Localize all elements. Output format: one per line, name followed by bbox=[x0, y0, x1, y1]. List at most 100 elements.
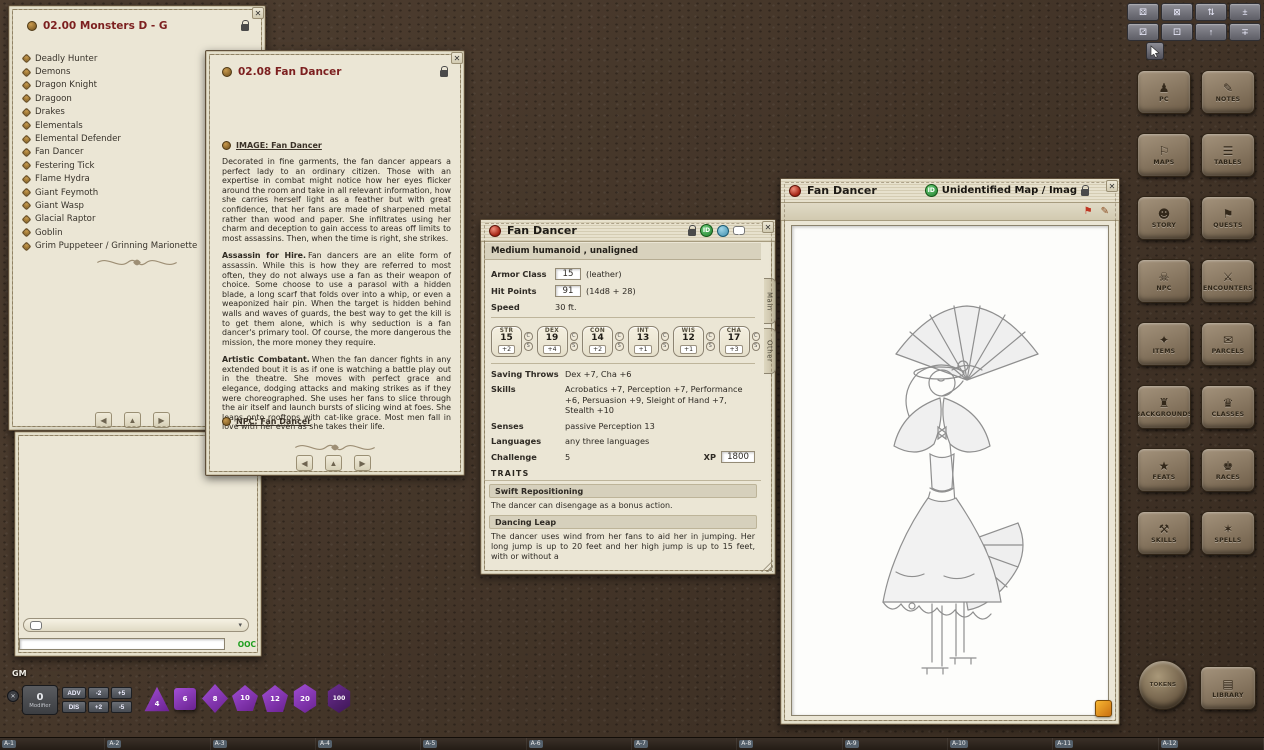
ability-pill[interactable]: INT 13 +1 bbox=[628, 326, 659, 357]
dice-tool-button[interactable]: ⊠ bbox=[1161, 3, 1193, 21]
lock-icon[interactable] bbox=[241, 24, 249, 31]
hotkey-slot[interactable]: A-7 bbox=[632, 738, 737, 750]
modifier-reset-button[interactable]: ✕ bbox=[7, 690, 19, 702]
ability-check-button[interactable]: C bbox=[752, 332, 761, 341]
pointer-mode-button[interactable] bbox=[1146, 42, 1164, 60]
hotkey-slot[interactable]: A-3 bbox=[211, 738, 316, 750]
ability-pill[interactable]: CHA 17 +3 bbox=[719, 326, 750, 357]
dice-tool-button[interactable]: ↑ bbox=[1195, 23, 1227, 41]
sidebar-shortcut-button[interactable]: ♚ RACES bbox=[1201, 448, 1255, 492]
hotkey-slot[interactable]: A-12 bbox=[1159, 738, 1264, 750]
sidebar-shortcut-button[interactable]: ☰ TABLES bbox=[1201, 133, 1255, 177]
dice-tool-button[interactable]: ⚀ bbox=[1161, 23, 1193, 41]
ability-save-button[interactable]: S bbox=[615, 342, 624, 351]
hotkey-slot[interactable]: A-2 bbox=[105, 738, 210, 750]
sidebar-shortcut-button[interactable]: ☠ NPC bbox=[1137, 259, 1191, 303]
sheet-tab[interactable]: Other bbox=[764, 328, 776, 374]
sidebar-shortcut-button[interactable]: ✦ ITEMS bbox=[1137, 322, 1191, 366]
identified-badge[interactable]: ID bbox=[925, 184, 938, 197]
identified-badge[interactable]: ID bbox=[700, 224, 713, 237]
sidebar-shortcut-button[interactable]: ☻ STORY bbox=[1137, 196, 1191, 240]
modifier-button[interactable]: -2 bbox=[88, 687, 109, 699]
ability-pill[interactable]: STR 15 +2 bbox=[491, 326, 522, 357]
lock-icon[interactable] bbox=[1081, 189, 1089, 196]
hotkey-slot[interactable]: A-9 bbox=[843, 738, 948, 750]
modifier-button[interactable]: +2 bbox=[88, 701, 109, 713]
sidebar-shortcut-button[interactable]: ♟ PC bbox=[1137, 70, 1191, 114]
sidebar-shortcut-button[interactable]: ✎ NOTES bbox=[1201, 70, 1255, 114]
up-button[interactable]: ▲ bbox=[325, 455, 342, 471]
ability-pill[interactable]: CON 14 +2 bbox=[582, 326, 613, 357]
image-link[interactable]: IMAGE: Fan Dancer bbox=[206, 141, 322, 150]
sidebar-shortcut-button[interactable]: ♜ BACKGROUNDS bbox=[1137, 385, 1191, 429]
sidebar-shortcut-button[interactable]: ★ FEATS bbox=[1137, 448, 1191, 492]
sidebar-shortcut-button[interactable]: ⚔ ENCOUNTERS bbox=[1201, 259, 1255, 303]
npc-link[interactable]: NPC: Fan Dancer bbox=[206, 417, 464, 426]
modifier-button[interactable]: -5 bbox=[111, 701, 132, 713]
chat-identity-select[interactable]: ▾ bbox=[23, 618, 249, 632]
close-icon[interactable]: ✕ bbox=[451, 52, 463, 64]
hotkey-slot[interactable]: A-1 bbox=[0, 738, 105, 750]
prev-page-button[interactable]: ◀ bbox=[296, 455, 313, 471]
resize-grip[interactable] bbox=[761, 560, 773, 572]
sidebar-shortcut-button[interactable]: ⚑ QUESTS bbox=[1201, 196, 1255, 240]
sidebar-shortcut-button[interactable]: ⚒ SKILLS bbox=[1137, 511, 1191, 555]
lock-icon[interactable] bbox=[688, 229, 696, 236]
pointer-flag-icon[interactable]: ⚑ bbox=[1084, 207, 1093, 217]
hotkey-slot[interactable]: A-10 bbox=[948, 738, 1053, 750]
token-circle-icon[interactable] bbox=[717, 225, 729, 237]
ability-save-button[interactable]: S bbox=[706, 342, 715, 351]
die[interactable]: 4 bbox=[144, 686, 170, 712]
lock-icon[interactable] bbox=[440, 70, 448, 77]
ability-save-button[interactable]: S bbox=[661, 342, 670, 351]
dice-tool-button[interactable]: ⚂ bbox=[1127, 23, 1159, 41]
die[interactable]: 10 bbox=[232, 685, 258, 711]
tokens-bag-button[interactable]: TOKENS bbox=[1138, 660, 1188, 710]
die[interactable]: 12 bbox=[262, 685, 288, 712]
ability-check-button[interactable]: C bbox=[661, 332, 670, 341]
prev-page-button[interactable]: ◀ bbox=[95, 412, 112, 428]
up-button[interactable]: ▲ bbox=[124, 412, 141, 428]
image-titlebar[interactable]: Fan Dancer ID Unidentified Map / Imag bbox=[781, 179, 1119, 203]
resize-grip[interactable] bbox=[1095, 700, 1112, 717]
die[interactable]: 100 bbox=[326, 684, 352, 713]
ability-save-button[interactable]: S bbox=[570, 342, 579, 351]
close-icon[interactable]: ✕ bbox=[762, 221, 774, 233]
modifier-box[interactable]: 0 Modifier bbox=[22, 685, 58, 715]
chat-share-icon[interactable] bbox=[733, 226, 745, 235]
ability-save-button[interactable]: S bbox=[752, 342, 761, 351]
die[interactable]: 8 bbox=[202, 684, 228, 713]
die[interactable]: 6 bbox=[174, 688, 196, 710]
hit-points-value[interactable]: 91 bbox=[555, 285, 581, 297]
chat-entry-input[interactable] bbox=[19, 638, 225, 650]
modifier-button[interactable]: ADV bbox=[62, 687, 86, 699]
hotkey-slot[interactable]: A-6 bbox=[527, 738, 632, 750]
dice-tool-button[interactable]: ⇅ bbox=[1195, 3, 1227, 21]
story-titlebar[interactable]: 02.08 Fan Dancer bbox=[206, 51, 464, 85]
hotkey-slot[interactable]: A-8 bbox=[737, 738, 842, 750]
library-button[interactable]: ▤ LIBRARY bbox=[1200, 666, 1256, 710]
sheet-tab[interactable]: Main bbox=[764, 278, 776, 324]
ability-check-button[interactable]: C bbox=[615, 332, 624, 341]
armor-class-value[interactable]: 15 bbox=[555, 268, 581, 280]
ability-save-button[interactable]: S bbox=[524, 342, 533, 351]
sidebar-shortcut-button[interactable]: ✉ PARCELS bbox=[1201, 322, 1255, 366]
ability-pill[interactable]: WIS 12 +1 bbox=[673, 326, 704, 357]
trait-name[interactable]: Swift Repositioning bbox=[489, 484, 757, 498]
monster-index-titlebar[interactable]: 02.00 Monsters D - G bbox=[9, 6, 265, 40]
next-page-button[interactable]: ▶ bbox=[153, 412, 170, 428]
sidebar-shortcut-button[interactable]: ♛ CLASSES bbox=[1201, 385, 1255, 429]
npc-sheet-titlebar[interactable]: Fan Dancer ID bbox=[481, 220, 775, 242]
draw-pen-icon[interactable]: ✎ bbox=[1101, 207, 1109, 217]
close-icon[interactable]: ✕ bbox=[1106, 180, 1118, 192]
hotkey-slot[interactable]: A-4 bbox=[316, 738, 421, 750]
ability-pill[interactable]: DEX 19 +4 bbox=[537, 326, 568, 357]
ability-check-button[interactable]: C bbox=[570, 332, 579, 341]
ability-check-button[interactable]: C bbox=[524, 332, 533, 341]
image-canvas[interactable] bbox=[791, 225, 1109, 716]
sidebar-shortcut-button[interactable]: ✶ SPELLS bbox=[1201, 511, 1255, 555]
trait-name[interactable]: Dancing Leap bbox=[489, 515, 757, 529]
close-icon[interactable]: ✕ bbox=[252, 7, 264, 19]
hotkey-slot[interactable]: A-5 bbox=[421, 738, 526, 750]
ooc-mode-label[interactable]: OOC bbox=[238, 640, 256, 649]
